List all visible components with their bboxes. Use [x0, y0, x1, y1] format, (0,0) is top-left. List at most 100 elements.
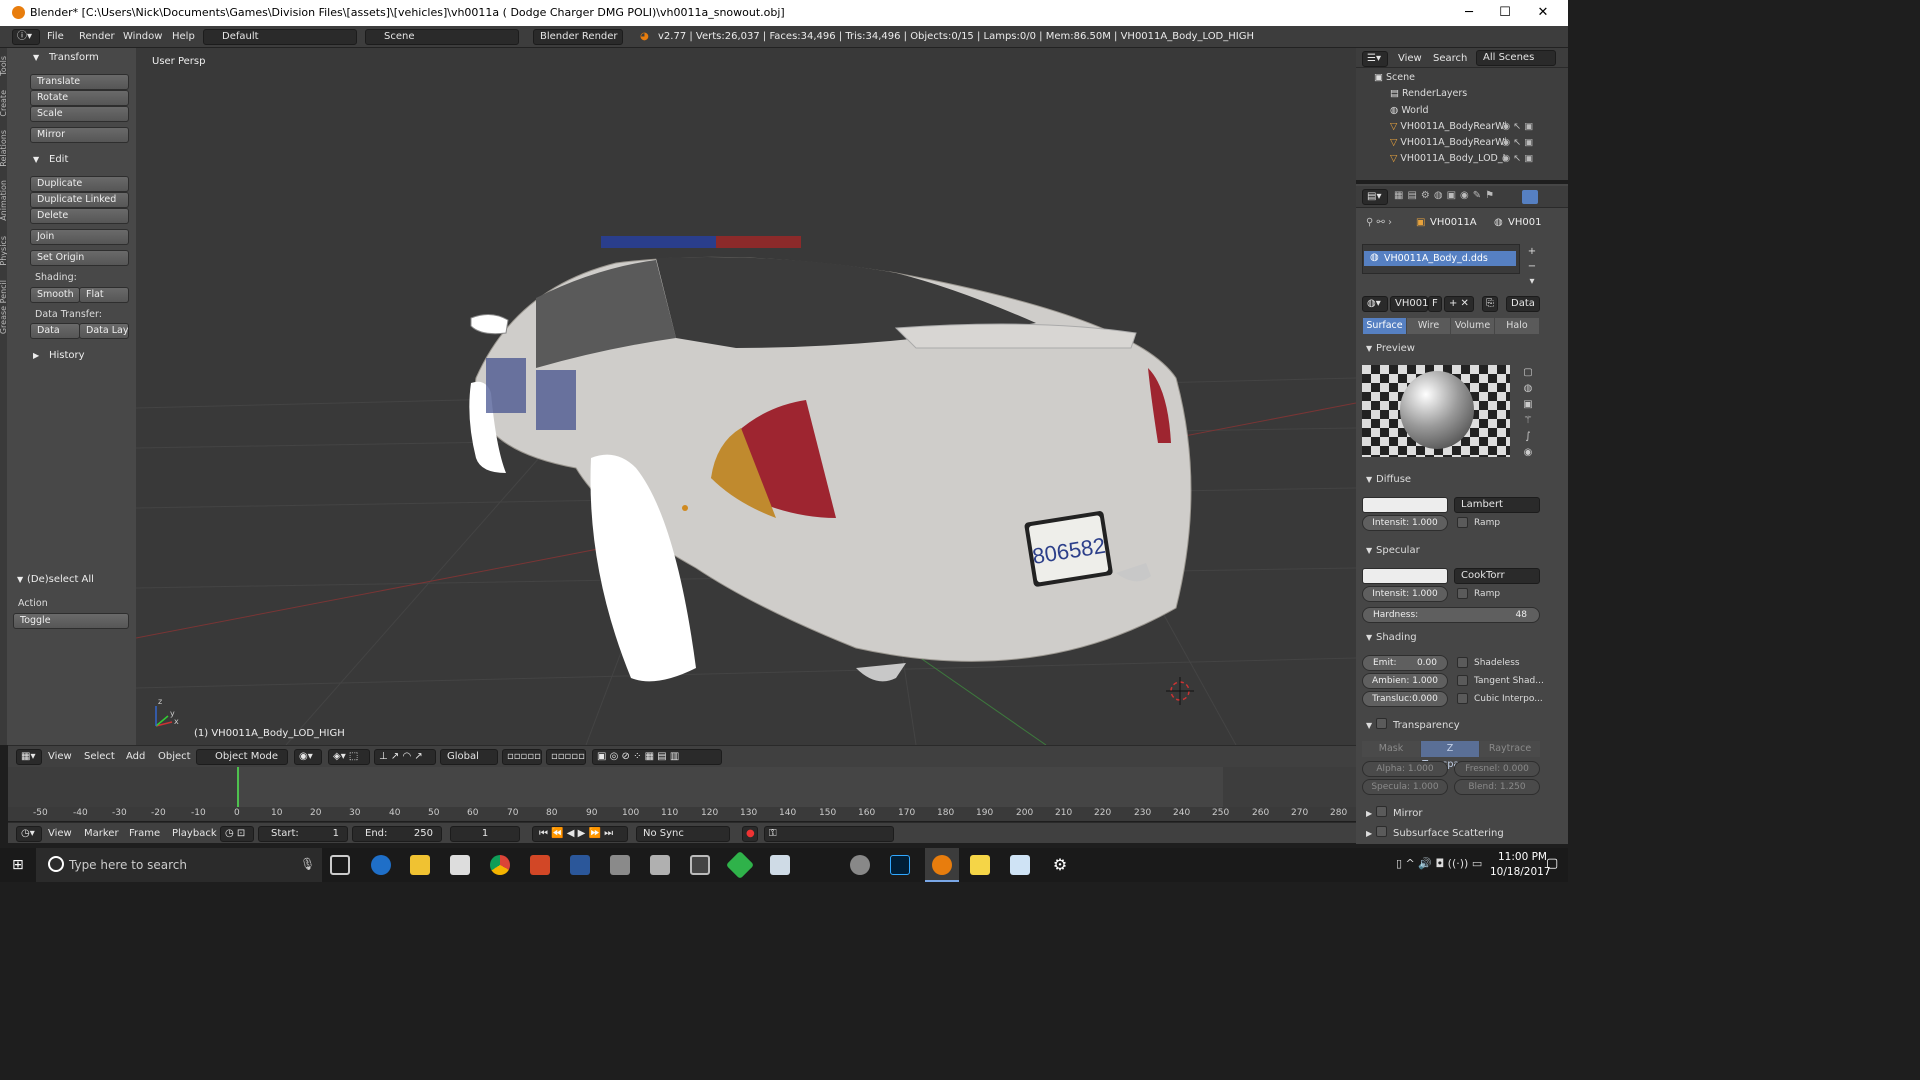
taskbar-search-box[interactable]: Type here to search 🎙	[36, 848, 322, 882]
system-tray-icons[interactable]: ▯ ^ 🔊 ◘ ((·)) ▭	[1396, 857, 1482, 870]
store-icon[interactable]	[450, 855, 470, 875]
current-frame-field[interactable]: 1	[450, 826, 520, 842]
sync-dropdown[interactable]: No Sync	[636, 826, 730, 842]
word-icon[interactable]	[570, 855, 590, 875]
specular-ramp-checkbox[interactable]	[1457, 588, 1468, 599]
viewport-shading-icon[interactable]: ◉▾	[294, 749, 322, 765]
visibility-eye-icon[interactable]: ◉ ↖ ▣	[1502, 121, 1533, 132]
visibility-eye-icon[interactable]: ◉ ↖ ▣	[1502, 153, 1533, 164]
sss-panel-header[interactable]: ▶ Subsurface Scattering	[1366, 825, 1504, 839]
outliner-item-world[interactable]: ◍ World	[1390, 105, 1429, 116]
sss-checkbox[interactable]	[1376, 826, 1387, 837]
diffuse-ramp-checkbox[interactable]	[1457, 517, 1468, 528]
file-explorer-icon[interactable]	[410, 855, 430, 875]
pin-icon[interactable]: ⚲ ⚯ ›	[1366, 217, 1392, 228]
police-car-model[interactable]	[469, 236, 1192, 682]
steam-like-icon[interactable]	[690, 855, 710, 875]
outliner-item-object[interactable]: ▽ VH0011A_BodyRearWi	[1390, 121, 1507, 132]
app-icon-3[interactable]	[850, 855, 870, 875]
translucency-field[interactable]: Transluc:0.000	[1362, 691, 1448, 707]
snap-tools-icon[interactable]: ▣ ◎ ⊘ ⁘ ▦ ▤ ▥	[592, 749, 722, 765]
duplicate-button[interactable]: Duplicate	[30, 176, 129, 192]
app-icon-2[interactable]	[770, 855, 790, 875]
set-origin-dropdown[interactable]: Set Origin	[30, 250, 129, 266]
alpha-field[interactable]: Alpha: 1.000	[1362, 761, 1448, 777]
action-center-icon[interactable]: ▢	[1546, 856, 1558, 871]
slot-add-remove-icons[interactable]: + − ▾	[1524, 244, 1540, 290]
specular-transparency-field[interactable]: Specula: 1.000	[1362, 779, 1448, 795]
hardness-field[interactable]: Hardness: 48	[1362, 607, 1540, 623]
rotate-button[interactable]: Rotate	[30, 90, 129, 106]
powerpoint-icon[interactable]	[530, 855, 550, 875]
material-name-field[interactable]: VH001	[1390, 296, 1428, 312]
microphone-icon[interactable]: 🎙	[300, 857, 315, 871]
diffuse-shader-dropdown[interactable]: Lambert	[1454, 497, 1540, 513]
end-frame-field[interactable]: End: 250	[352, 826, 442, 842]
mirror-button[interactable]: Mirror	[30, 127, 129, 143]
tab-wire[interactable]: Wire	[1407, 318, 1450, 334]
preview-range-icon[interactable]: ◷ ⊡	[220, 826, 254, 842]
record-icon[interactable]: ●	[742, 826, 758, 842]
cubic-interpolation-checkbox[interactable]	[1457, 693, 1468, 704]
maximize-button[interactable]: ☐	[1486, 0, 1524, 26]
tab-halo[interactable]: Halo	[1495, 318, 1539, 334]
outliner-item-object[interactable]: ▽ VH0011A_BodyRearWi	[1390, 137, 1507, 148]
menu-window[interactable]: Window	[123, 31, 162, 42]
scale-button[interactable]: Scale	[30, 106, 129, 122]
current-frame-indicator[interactable]	[237, 767, 239, 807]
editor-type-properties-icon[interactable]: ▤▾	[1362, 189, 1388, 205]
editor-type-3d-icon[interactable]: ▦▾	[16, 749, 42, 765]
material-context-icon[interactable]	[1522, 190, 1538, 204]
app-icon[interactable]	[650, 855, 670, 875]
delete-button[interactable]: Delete	[30, 208, 129, 224]
history-panel-header[interactable]: ▶ History	[7, 348, 136, 366]
tab-volume[interactable]: Volume	[1451, 318, 1494, 334]
menu-help[interactable]: Help	[172, 31, 195, 42]
3d-viewport[interactable]: 806582 x y z User Persp (1) VH0011A_Body…	[136, 48, 1356, 745]
material-slot-item[interactable]: VH0011A_Body_d.dds	[1364, 251, 1516, 266]
specular-shader-dropdown[interactable]: CookTorr	[1454, 568, 1540, 584]
ambient-field[interactable]: Ambien: 1.000	[1362, 673, 1448, 689]
photoshop-icon[interactable]	[890, 855, 910, 875]
viewport-menu-object[interactable]: Object	[158, 751, 191, 762]
transparency-raytrace-button[interactable]: Raytrace	[1480, 741, 1540, 757]
transparency-mask-button[interactable]: Mask	[1362, 741, 1420, 757]
settings-gear-icon[interactable]: ⚙	[1050, 855, 1070, 875]
playback-controls-icon[interactable]: ⏮ ⏪ ◀ ▶ ⏩ ⏭	[532, 826, 628, 842]
timeline-menu-playback[interactable]: Playback	[172, 828, 217, 839]
outliner-item-object[interactable]: ▽ VH0011A_Body_LOD_I	[1390, 153, 1505, 164]
keying-set-field[interactable]: ⚿	[764, 826, 894, 842]
diffuse-panel-header[interactable]: ▼ Diffuse	[1366, 474, 1411, 485]
link-dropdown[interactable]: Data	[1506, 296, 1540, 312]
editor-type-outliner-icon[interactable]: ☰▾	[1362, 51, 1388, 67]
shading-panel-header[interactable]: ▼ Shading	[1366, 632, 1417, 643]
properties-context-icons[interactable]: ▦▤⚙◍▣◉✎⚑	[1394, 190, 1498, 201]
tangent-shading-checkbox[interactable]	[1457, 675, 1468, 686]
breadcrumb-material[interactable]: VH001	[1508, 217, 1541, 228]
transparency-ztransparency-button[interactable]: Z Transpare...	[1421, 741, 1479, 770]
windows-start-icon[interactable]: ⊞	[12, 857, 24, 873]
material-browse-icon[interactable]: ◍▾	[1362, 296, 1388, 312]
diffuse-intensity-field[interactable]: Intensit: 1.000	[1362, 515, 1448, 531]
specular-color-swatch[interactable]	[1362, 568, 1448, 584]
copy-icon[interactable]: ⎘	[1482, 296, 1498, 312]
breadcrumb-object[interactable]: VH0011A	[1430, 217, 1477, 228]
translate-button[interactable]: Translate	[30, 74, 129, 90]
diffuse-color-swatch[interactable]	[1362, 497, 1448, 513]
sticky-notes-icon[interactable]	[970, 855, 990, 875]
menu-file[interactable]: File	[47, 31, 64, 42]
scene-selector[interactable]: Scene	[365, 29, 519, 45]
layers-grid-icon-2[interactable]: ▫▫▫▫▫	[546, 749, 586, 765]
menu-render[interactable]: Render	[79, 31, 115, 42]
mode-dropdown[interactable]: Object Mode	[196, 749, 288, 765]
join-button[interactable]: Join	[30, 229, 129, 245]
data-transfer-button[interactable]: Data	[30, 323, 80, 339]
start-frame-field[interactable]: Start: 1	[258, 826, 348, 842]
blender-icon[interactable]	[932, 855, 952, 875]
visibility-eye-icon[interactable]: ◉ ↖ ▣	[1502, 137, 1533, 148]
edit-panel-header[interactable]: ▼ Edit	[7, 152, 136, 170]
preview-shape-icons[interactable]: ▢ ◍ ▣ ⚚ ∫ ◉	[1518, 365, 1538, 461]
editor-type-info-icon[interactable]: ⓘ▾	[12, 29, 40, 45]
fresnel-field[interactable]: Fresnel: 0.000	[1454, 761, 1540, 777]
minimize-button[interactable]: ─	[1450, 0, 1488, 26]
